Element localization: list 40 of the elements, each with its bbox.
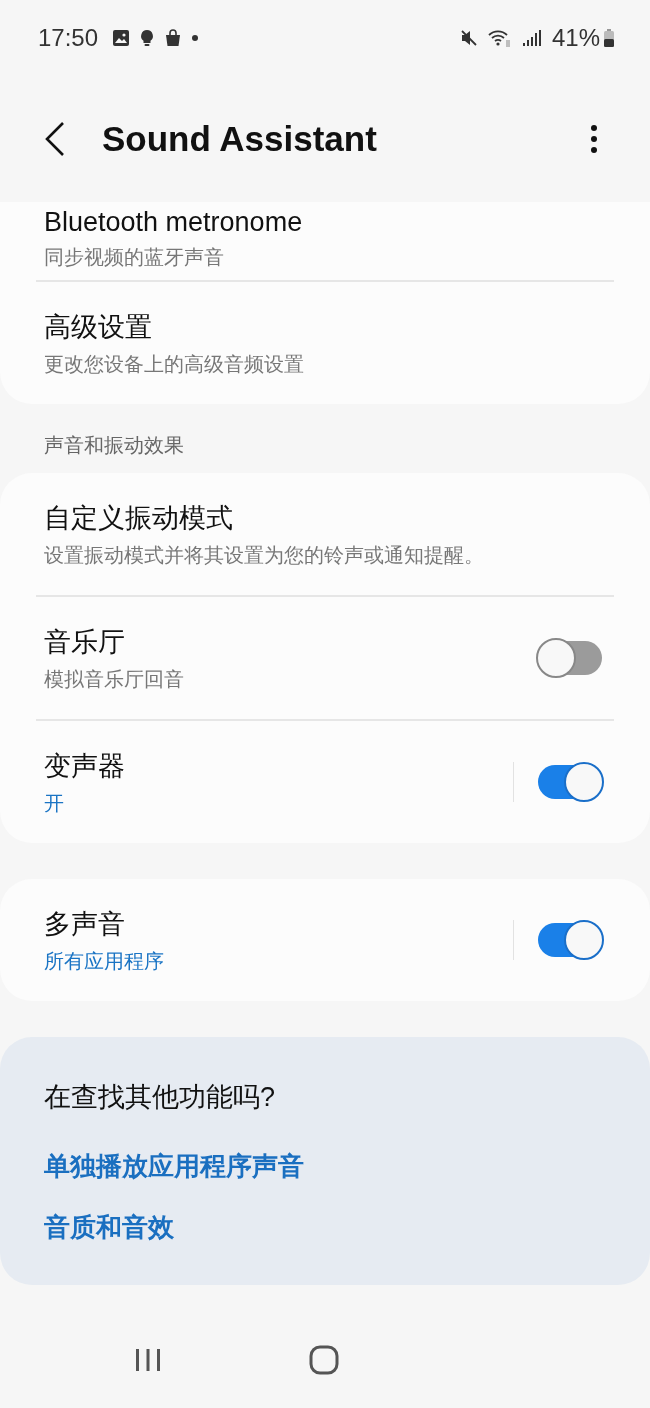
item-subtitle: 开: [44, 790, 65, 816]
item-subtitle: 设置振动模式并将其设置为您的铃声或通知提醒。: [44, 542, 485, 568]
settings-item[interactable]: 变声器 开: [0, 721, 650, 843]
item-title: 变声器: [44, 749, 126, 783]
settings-item[interactable]: Bluetooth metronome 同步视频的蓝牙声音: [0, 202, 650, 280]
feature-link[interactable]: 音质和音效: [44, 1210, 606, 1245]
toggle-switch[interactable]: [538, 765, 602, 799]
more-options-icon[interactable]: [590, 124, 598, 154]
back-icon[interactable]: [44, 121, 66, 157]
mute-icon: [459, 29, 478, 47]
feature-link[interactable]: 单独播放应用程序声音: [44, 1149, 606, 1184]
dot-icon: [192, 35, 199, 41]
gallery-icon: [112, 29, 131, 47]
settings-item[interactable]: 高级设置 更改您设备上的高级音频设置: [0, 282, 650, 404]
toggle-switch[interactable]: [538, 923, 602, 957]
settings-item[interactable]: 多声音 所有应用程序: [0, 879, 650, 1001]
shopping-bag-icon: [164, 29, 183, 47]
page-title: Sound Assistant: [102, 119, 378, 159]
wifi-icon: [487, 28, 512, 48]
settings-item[interactable]: 音乐厅 模拟音乐厅回音: [0, 597, 650, 719]
section-heading: 声音和振动效果: [43, 433, 185, 458]
bulb-icon: [140, 29, 155, 47]
item-subtitle: 更改您设备上的高级音频设置: [44, 351, 305, 377]
signal-icon: [521, 29, 542, 47]
battery-percent: 41%: [551, 24, 600, 52]
toggle-switch[interactable]: [538, 641, 602, 675]
item-subtitle: 模拟音乐厅回音: [44, 666, 185, 692]
home-icon[interactable]: [309, 1345, 339, 1375]
item-title: Bluetooth metronome: [44, 207, 304, 238]
recent-apps-icon[interactable]: [133, 1348, 162, 1372]
item-title: 多声音: [44, 907, 126, 941]
item-subtitle: 所有应用程序: [44, 948, 165, 974]
item-subtitle: 同步视频的蓝牙声音: [44, 245, 225, 270]
panel-title: 在查找其他功能吗?: [44, 1081, 277, 1114]
status-time: 17:50: [38, 24, 99, 52]
battery-icon: [604, 29, 614, 47]
settings-item[interactable]: 自定义振动模式 设置振动模式并将其设置为您的铃声或通知提醒。: [0, 473, 650, 595]
item-title: 自定义振动模式: [44, 501, 234, 535]
item-title: 音乐厅: [44, 625, 126, 659]
item-title: 高级设置: [44, 310, 153, 344]
